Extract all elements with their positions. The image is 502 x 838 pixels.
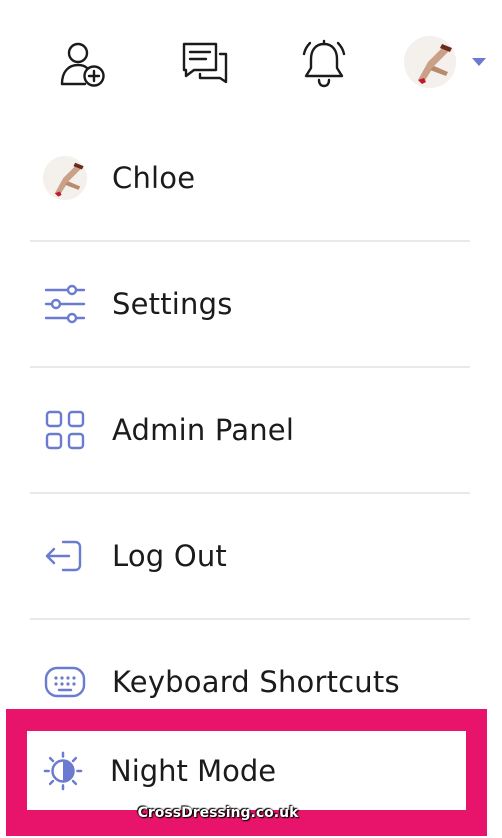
sliders-icon [44,284,86,324]
menu-item-label: Settings [112,287,233,321]
night-mode-icon [43,751,83,790]
notifications-button[interactable] [296,36,352,92]
menu-item-admin-panel[interactable]: Admin Panel [30,367,470,493]
menu-item-label: Night Mode [110,753,277,788]
menu-item-profile[interactable]: Chloe [30,115,470,241]
logout-icon [45,540,82,572]
avatar [404,36,456,88]
menu-item-label: Keyboard Shortcuts [112,665,400,699]
top-navigation-bar [0,0,502,118]
profile-avatar [32,145,98,211]
menu-item-night-mode[interactable]: Night Mode [27,731,466,810]
account-menu-button[interactable] [404,30,494,94]
grid-icon [45,410,85,450]
menu-item-log-out[interactable]: Log Out [30,493,470,619]
menu-item-settings[interactable]: Settings [30,241,470,367]
messages-button[interactable] [176,36,232,92]
notifications-icon [302,39,346,88]
chevron-down-icon [472,58,486,66]
watermark-text: CrossDressing.co.uk [137,805,299,821]
menu-item-label: Log Out [112,539,227,573]
add-friend-icon [60,42,105,87]
keyboard-icon [44,666,86,698]
menu-item-label: Admin Panel [112,413,295,447]
profile-name: Chloe [112,161,196,195]
messages-icon [182,42,228,84]
add-friend-button[interactable] [56,36,112,92]
